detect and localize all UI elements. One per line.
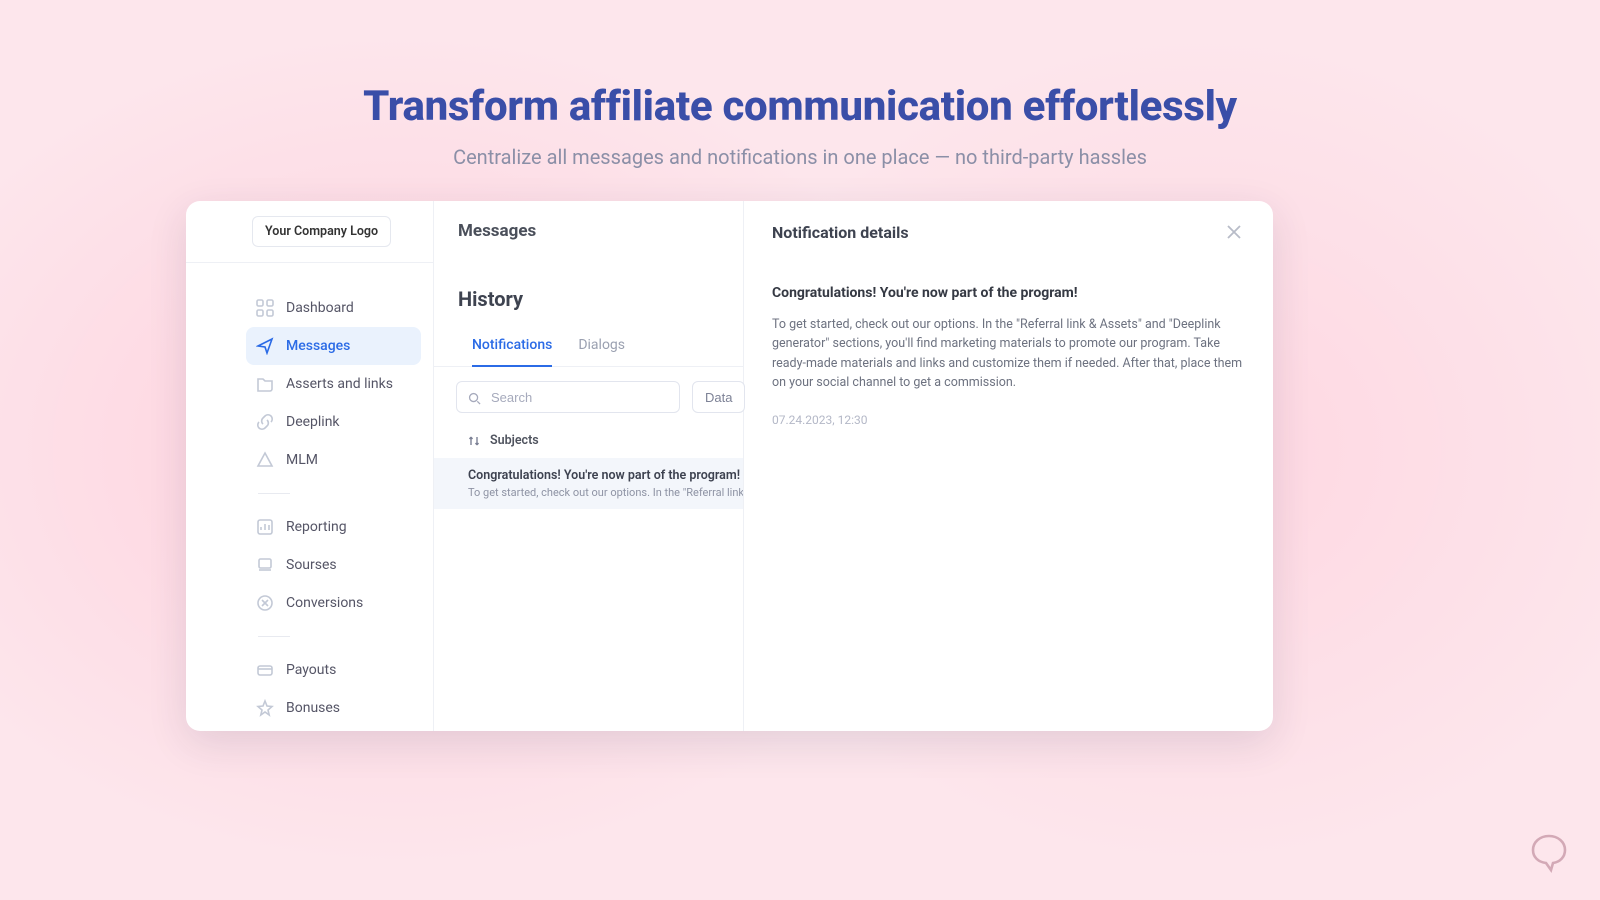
detail-header: Notification details [772,221,1245,243]
detail-text: To get started, check out our options. I… [772,315,1245,393]
search-box [456,381,680,413]
sidebar-item-label: Bonuses [286,700,340,716]
star-icon [256,699,274,717]
sidebar-item-label: Asserts and links [286,376,393,392]
detail-panel: Notification details Congratulations! Yo… [744,201,1273,731]
sidebar-item-mlm[interactable]: MLM [246,441,421,479]
sidebar-item-label: Sourses [286,557,337,573]
nav-separator [258,636,290,637]
subjects-header[interactable]: Subjects [434,413,743,458]
hero-title: Transform affiliate communication effort… [0,82,1600,131]
sidebar-item-deeplink[interactable]: Deeplink [246,403,421,441]
sidebar-item-conversions[interactable]: Conversions [246,584,421,622]
brand-mark-icon [1526,830,1572,876]
sidebar-item-label: Reporting [286,519,347,535]
sidebar-item-sources[interactable]: Sourses [246,546,421,584]
tab-dialogs[interactable]: Dialogs [578,337,625,366]
chart-icon [256,518,274,536]
sidebar-item-dashboard[interactable]: Dashboard [246,289,421,327]
nav: Dashboard Messages Asserts and links Dee… [186,263,433,727]
data-button[interactable]: Data [692,381,745,413]
search-icon [468,390,481,403]
triangle-icon [256,451,274,469]
sort-icon [468,435,480,447]
nav-separator [258,493,290,494]
folder-icon [256,375,274,393]
sidebar-item-reporting[interactable]: Reporting [246,508,421,546]
history-controls: Data [434,367,743,413]
company-logo: Your Company Logo [252,216,391,247]
sidebar-item-label: Messages [286,338,350,354]
tab-notifications[interactable]: Notifications [472,337,552,367]
sidebar-item-label: Conversions [286,595,363,611]
main: Messages History Notifications Dialogs D… [434,201,1273,731]
detail-title: Notification details [772,223,909,242]
message-row[interactable]: Congratulations! You're now part of the … [434,458,743,509]
sidebar-item-label: Dashboard [286,300,354,316]
grid-icon [256,299,274,317]
link-icon [256,413,274,431]
sidebar-item-messages[interactable]: Messages [246,327,421,365]
message-preview: To get started, check out our options. I… [468,486,743,499]
history-tabs: Notifications Dialogs [434,311,743,367]
sidebar-item-label: MLM [286,452,318,468]
hero-subtitle: Centralize all messages and notification… [0,145,1600,169]
detail-body: Congratulations! You're now part of the … [772,243,1245,427]
logo-area: Your Company Logo [186,201,433,263]
send-icon [256,337,274,355]
messages-title: Messages [434,221,743,241]
search-input[interactable] [456,381,680,413]
refresh-icon [256,594,274,612]
sidebar-item-bonuses[interactable]: Bonuses [246,689,421,727]
sidebar-item-payouts[interactable]: Payouts [246,651,421,689]
messages-column: Messages History Notifications Dialogs D… [434,201,744,731]
subjects-label: Subjects [490,433,539,448]
message-subject: Congratulations! You're now part of the … [468,468,743,483]
detail-subject: Congratulations! You're now part of the … [772,285,1245,301]
app-window: Your Company Logo Dashboard Messages Ass… [186,201,1273,731]
history-heading: History [434,241,743,311]
sidebar-item-label: Payouts [286,662,336,678]
sidebar: Your Company Logo Dashboard Messages Ass… [186,201,434,731]
layers-icon [256,556,274,574]
close-button[interactable] [1223,221,1245,243]
sidebar-item-assets[interactable]: Asserts and links [246,365,421,403]
wallet-icon [256,661,274,679]
hero: Transform affiliate communication effort… [0,0,1600,169]
detail-date: 07.24.2023, 12:30 [772,413,1245,427]
sidebar-item-label: Deeplink [286,414,340,430]
